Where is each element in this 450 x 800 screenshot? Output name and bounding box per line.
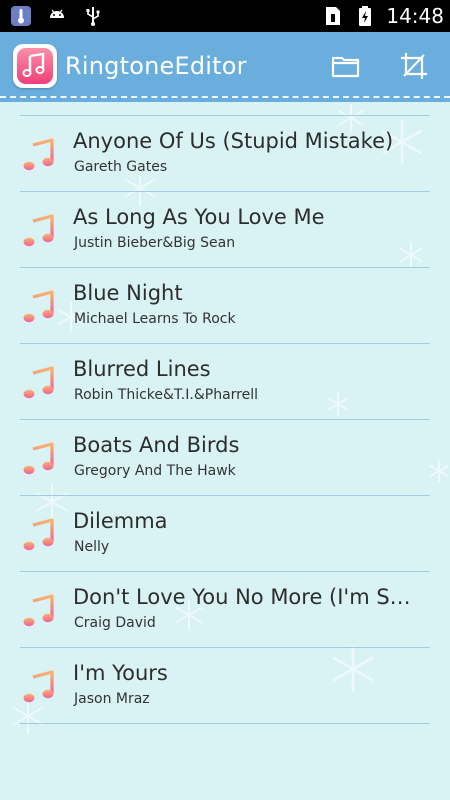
music-note-icon [23,594,54,627]
list-item[interactable]: Blurred Lines Robin Thicke&T.I.&Pharrell [20,343,430,419]
song-title: As Long As You Love Me [73,205,325,229]
thermometer-icon [11,6,31,26]
usb-icon [86,7,100,26]
song-artist: Craig David [74,615,156,631]
crop-icon[interactable] [398,50,430,82]
music-note-logo-icon [17,48,53,84]
song-artist: Gareth Gates [74,159,168,175]
status-bar-left [10,4,104,28]
music-note-icon [23,670,54,703]
app-bar-stitch-divider [0,96,450,98]
list-item[interactable]: Anyone Of Us (Stupid Mistake) Gareth Gat… [20,115,430,191]
app-logo [13,44,57,88]
music-note-icon [23,518,54,551]
battery-icon [359,6,372,26]
list-item[interactable]: I'm Yours Jason Mraz [20,647,430,724]
song-title: Anyone Of Us (Stupid Mistake) [73,129,394,153]
song-artist: Robin Thicke&T.I.&Pharrell [74,387,258,403]
song-artist: Nelly [74,539,110,555]
list-item[interactable]: Boats And Birds Gregory And The Hawk [20,419,430,495]
song-artist: Jason Mraz [74,691,150,707]
music-note-icon [23,366,54,399]
song-title: Don't Love You No More (I'm Sorry) [73,585,423,609]
status-bar: 14:48 [0,0,450,32]
folder-icon[interactable] [330,50,362,82]
sim-icon [326,7,341,25]
music-note-icon [23,442,54,475]
song-artist: Michael Learns To Rock [74,311,236,327]
song-title: Boats And Birds [73,433,240,457]
song-artist: Gregory And The Hawk [74,463,236,479]
song-list: Anyone Of Us (Stupid Mistake) Gareth Gat… [20,115,430,724]
app-title: RingtoneEditor [65,52,247,80]
list-item[interactable]: Don't Love You No More (I'm Sorry) Craig… [20,571,430,647]
song-artist: Justin Bieber&Big Sean [74,235,236,251]
song-title: I'm Yours [73,661,168,685]
android-icon [50,9,64,18]
list-item[interactable]: Dilemma Nelly [20,495,430,571]
list-item[interactable]: As Long As You Love Me Justin Bieber&Big… [20,191,430,267]
music-note-icon [23,214,54,247]
song-title: Blurred Lines [73,357,211,381]
music-note-icon [23,138,54,171]
song-title: Blue Night [73,281,183,305]
music-note-icon [23,290,54,323]
status-bar-right: 14:48 [322,0,444,32]
song-title: Dilemma [73,509,168,533]
status-time: 14:48 [386,4,444,28]
list-item[interactable]: Blue Night Michael Learns To Rock [20,267,430,343]
